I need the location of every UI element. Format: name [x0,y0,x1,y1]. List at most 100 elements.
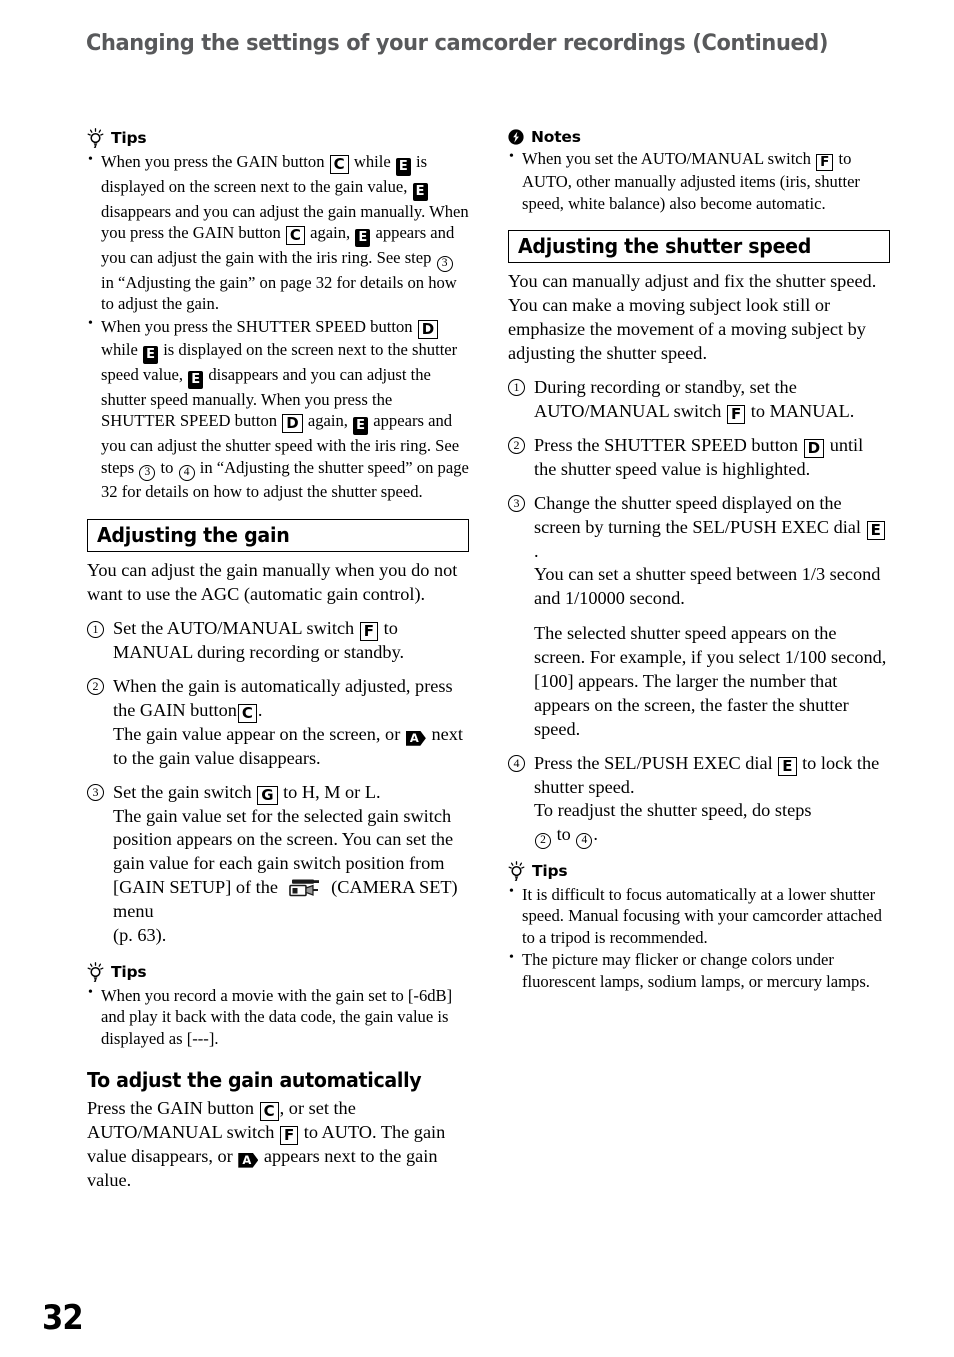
exclamation-bolt-icon [508,128,524,145]
left-column: Tips When you press the GAIN button C wh… [87,128,469,1202]
button-key-f: F [726,404,746,424]
tips-callout-heading: Tips [87,128,469,149]
step-reference: 3 [436,255,453,272]
notes-label: Notes [531,128,581,146]
step-text: to [556,824,571,845]
tips-label: Tips [111,963,147,982]
button-key-c: C [237,703,257,723]
step-reference: 4 [178,465,195,482]
shutter-steps-list: 1 During recording or standby, set the A… [508,376,890,849]
step-extra-text: To readjust the shutter speed, do steps … [534,799,890,849]
notes-list: When you set the AUTO/MANUAL switch F to… [508,148,890,214]
step-extra-text: The gain value appear on the screen, or … [113,723,469,771]
tips-list: When you press the GAIN button C while E… [87,151,469,503]
step-number: 3 [87,784,104,802]
camcorder-icon [285,878,325,898]
section-heading-adjusting-the-shutter-speed: Adjusting the shutter speed [508,230,890,264]
subsection-heading-auto-gain: To adjust the gain automatically [87,1068,469,1093]
button-key-d: D [417,319,439,339]
page-number: 32 [42,1298,84,1338]
step-text: . [593,824,598,845]
notes-callout-heading: Notes [508,128,890,146]
button-key-c: C [259,1101,279,1121]
step-text: Press the SHUTTER SPEED button [534,434,799,455]
step-text: to MANUAL. [750,400,855,421]
list-item: 3 Set the gain switch G to H, M or L. Th… [87,781,469,948]
step-text: to H, M or L. [283,781,381,802]
lightbulb-icon [87,961,104,982]
button-key-c: C [285,226,305,246]
tip-text: again, [307,411,348,431]
button-key-c: C [329,155,349,174]
step-text: The gain value appear on the screen, or [113,723,401,744]
step-reference: 4 [576,832,593,849]
gain-intro-text: You can adjust the gain manually when yo… [87,560,458,605]
tip-text: again, [310,223,351,243]
subsection-title: To adjust the gain automatically [87,1068,422,1093]
step-extra-text: You can set a shutter speed between 1/3 … [534,564,881,609]
step-number: 2 [508,437,525,455]
button-key-f: F [359,622,379,642]
auto-gain-body: Press the GAIN button C, or set the AUTO… [87,1097,469,1193]
list-item: 3 Change the shutter speed displayed on … [508,492,890,742]
lightbulb-icon [87,128,104,149]
shutter-tips-callout-heading: Tips [508,860,890,881]
shutter-tips-list: It is difficult to focus automatically a… [508,883,890,992]
list-item: 2 When the gain is automatically adjuste… [87,675,469,771]
step-paragraph: The selected shutter speed appears on th… [534,623,887,739]
e-indicator-badge: E [143,345,159,364]
step-text: Set the gain switch [113,781,252,802]
button-key-d: D [803,438,825,458]
e-indicator-badge: E [395,158,411,176]
step-number: 2 [87,678,104,696]
note-text: When you set the AUTO/MANUAL switch [522,149,811,169]
body-text: Press the GAIN button [87,1097,255,1118]
section-heading-adjusting-the-gain: Adjusting the gain [87,518,469,553]
button-key-f: F [816,153,834,172]
step-text: . [534,540,539,561]
list-item: When you press the SHUTTER SPEED button … [87,315,469,503]
shutter-intro-text: You can manually adjust and fix the shut… [508,271,877,364]
step-text: Change the shutter speed displayed on th… [534,492,861,537]
step-text: (p. 63). [113,924,167,945]
tip-text: When you press the GAIN button [101,152,325,171]
list-item: 2 Press the SHUTTER SPEED button D until… [508,434,890,482]
button-key-d: D [282,414,303,434]
tip-text: in “Adjusting the shutter speed” on page… [101,457,469,502]
step-text: When the gain is automatically adjusted,… [113,675,453,720]
button-key-e: E [778,756,797,776]
gain-tips-callout-heading: Tips [87,961,469,982]
auto-indicator-badge: A [405,730,426,746]
list-item: 1 During recording or standby, set the A… [508,376,890,424]
button-key-f: F [279,1125,299,1145]
right-column: Notes When you set the AUTO/MANUAL switc… [508,128,890,993]
lightbulb-icon [508,860,525,881]
step-reference: 3 [139,465,156,482]
step-reference: 2 [535,832,551,849]
tip-text: in “Adjusting the gain” on page 32 for d… [101,272,457,314]
e-indicator-badge: E [412,183,428,201]
e-indicator-badge: E [353,417,369,436]
e-indicator-badge: E [355,229,371,248]
tip-text: while [353,152,391,171]
step-number: 4 [508,755,525,773]
tip-text: to [160,457,174,477]
list-item: It is difficult to focus automatically a… [508,883,890,948]
auto-indicator-badge: A [238,1152,259,1168]
step-text: . [257,699,263,720]
step-extra-text: The gain value set for the selected gain… [113,805,469,948]
tip-text: while [101,339,138,359]
section-title: Adjusting the gain [97,522,290,547]
section-title: Adjusting the shutter speed [518,234,812,259]
step-number: 1 [508,379,525,397]
list-item: When you set the AUTO/MANUAL switch F to… [508,148,890,214]
button-key-e: E [866,520,885,540]
list-item: When you press the GAIN button C while E… [87,151,469,315]
gain-steps-list: 1 Set the AUTO/MANUAL switch F to MANUAL… [87,617,469,948]
tip-text: When you press the SHUTTER SPEED button [101,316,413,336]
step-text: Set the AUTO/MANUAL switch [113,618,355,639]
gain-tips-list: When you record a movie with the gain se… [87,984,469,1049]
step-number: 3 [508,495,525,513]
step-reference-line: 2 to 4. [534,823,890,849]
list-item: 4 Press the SEL/PUSH EXEC dial E to lock… [508,752,890,849]
